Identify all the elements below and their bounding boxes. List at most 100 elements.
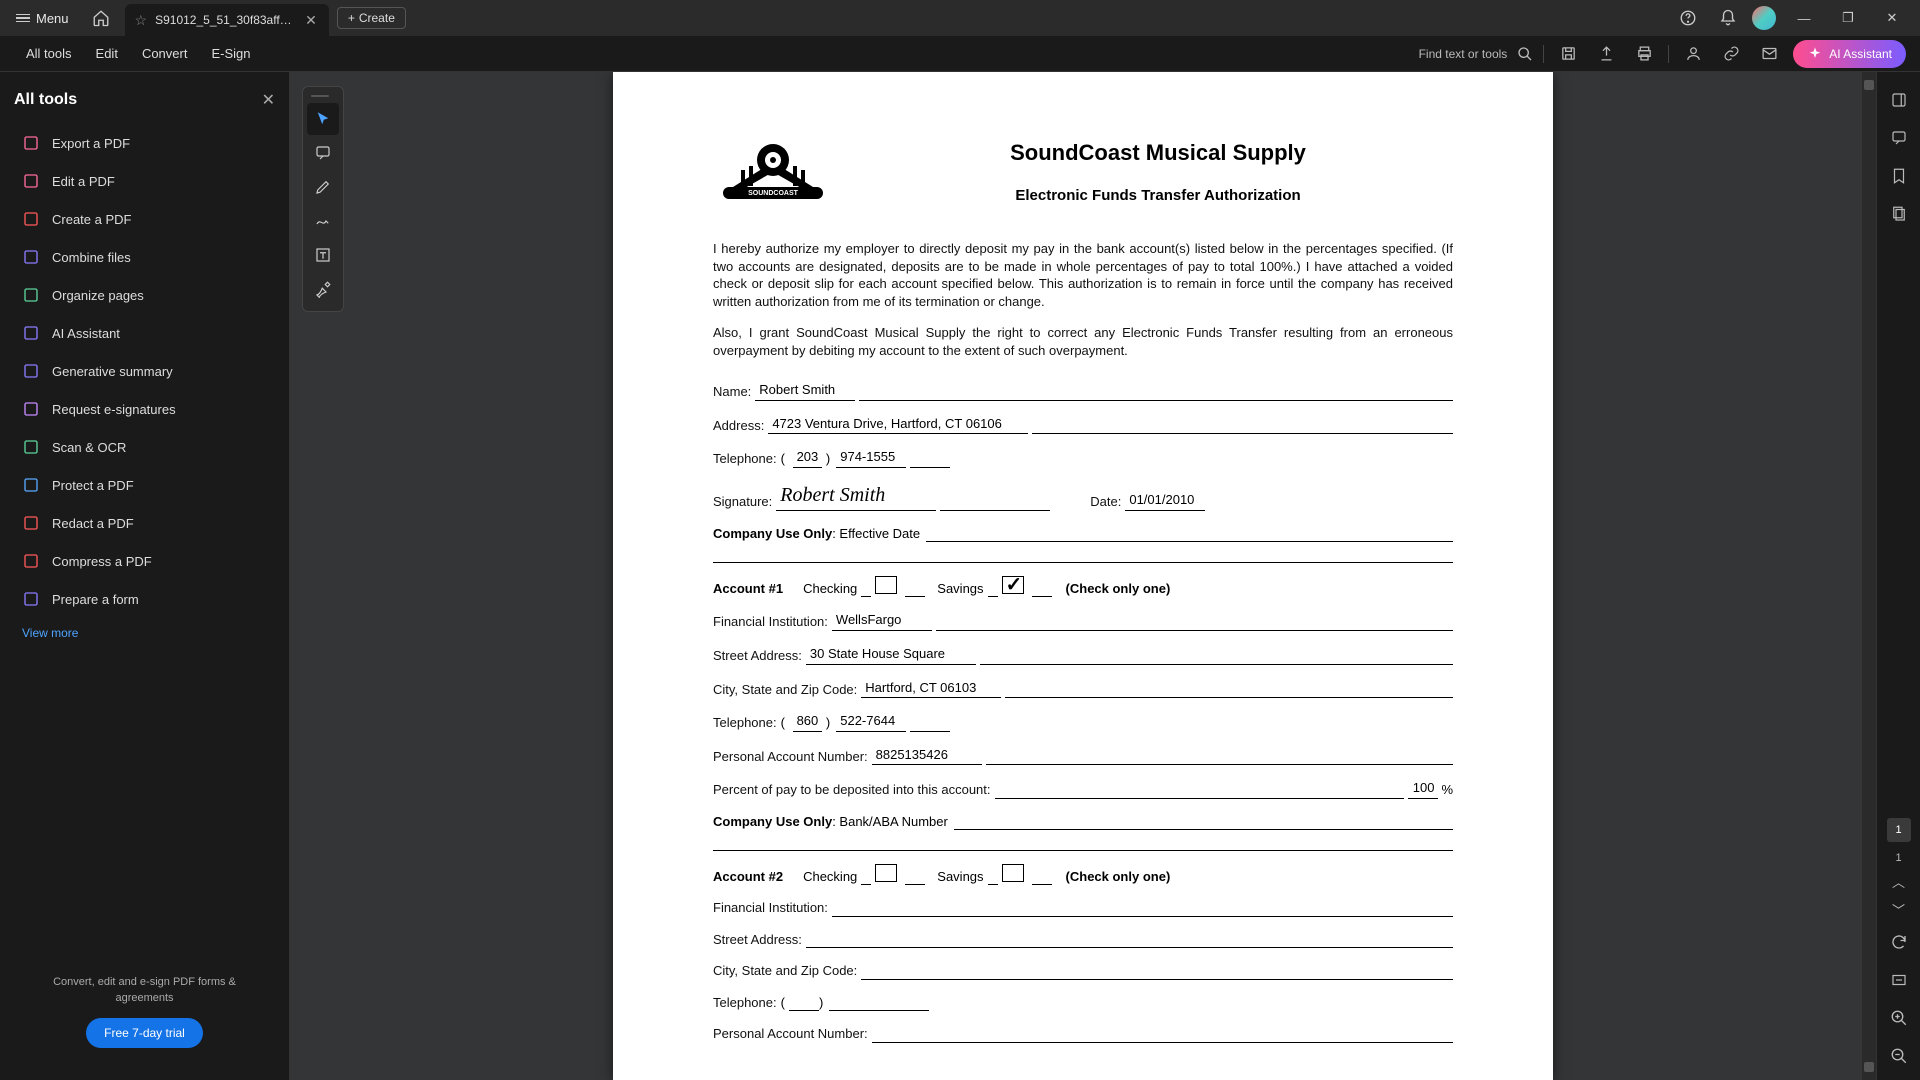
label-pct: Percent of pay to be deposited into this… xyxy=(713,781,991,799)
sidebar-item-1[interactable]: Edit a PDF xyxy=(14,162,275,200)
thumbnails-button[interactable] xyxy=(1883,198,1915,230)
divider xyxy=(713,562,1453,563)
create-button[interactable]: + Create xyxy=(337,7,406,29)
menu-button[interactable]: Menu xyxy=(8,7,77,30)
paragraph-1: I hereby authorize my employer to direct… xyxy=(713,240,1453,310)
label-pan: Personal Account Number: xyxy=(713,748,868,766)
comment-icon xyxy=(314,144,332,162)
main-area: All tools ✕ Export a PDFEdit a PDFCreate… xyxy=(0,72,1920,1080)
ai-assistant-button[interactable]: AI Assistant xyxy=(1793,40,1906,68)
signature-button[interactable] xyxy=(1679,40,1707,68)
save-button[interactable] xyxy=(1554,40,1582,68)
document-tab[interactable]: ☆ S91012_5_51_30f83aff-c... ✕ xyxy=(125,4,329,36)
value-tel-area: 203 xyxy=(793,448,823,468)
sidebar-item-0[interactable]: Export a PDF xyxy=(14,124,275,162)
checkbox-checking-1 xyxy=(875,576,897,594)
sidebar-item-label: Request e-signatures xyxy=(52,402,176,417)
sidebar-item-6[interactable]: Generative summary xyxy=(14,352,275,390)
link-button[interactable] xyxy=(1717,40,1745,68)
tab-esign[interactable]: E-Sign xyxy=(199,40,262,67)
scroll-up-icon[interactable] xyxy=(1864,80,1874,90)
svg-text:SOUNDCOAST: SOUNDCOAST xyxy=(748,190,799,197)
sidebar-item-10[interactable]: Redact a PDF xyxy=(14,504,275,542)
text-tool[interactable] xyxy=(307,239,339,271)
scroll-down-icon[interactable] xyxy=(1864,1062,1874,1072)
sign-tool[interactable] xyxy=(307,273,339,305)
label-street: Street Address: xyxy=(713,647,802,665)
bookmark-panel-button[interactable] xyxy=(1883,160,1915,192)
sidebar-item-label: Compress a PDF xyxy=(52,554,152,569)
view-more-link[interactable]: View more xyxy=(14,618,275,648)
quick-tools xyxy=(302,86,344,312)
close-tab-icon[interactable]: ✕ xyxy=(303,12,319,29)
titlebar: Menu ☆ S91012_5_51_30f83aff-c... ✕ + Cre… xyxy=(0,0,1920,36)
tab-convert[interactable]: Convert xyxy=(130,40,200,67)
sidebar-item-8[interactable]: Scan & OCR xyxy=(14,428,275,466)
zoom-in-button[interactable] xyxy=(1883,1002,1915,1034)
sidebar-close-button[interactable]: ✕ xyxy=(262,90,275,110)
create-label: Create xyxy=(359,11,395,25)
sidebar-item-3[interactable]: Combine files xyxy=(14,238,275,276)
notifications-button[interactable] xyxy=(1712,4,1744,32)
page-down-button[interactable]: ﹀ xyxy=(1883,898,1915,920)
doc-title: SoundCoast Musical Supply xyxy=(863,138,1453,168)
bookmark-icon xyxy=(1890,167,1908,185)
profile-avatar[interactable] xyxy=(1752,6,1776,30)
value-name: Robert Smith xyxy=(755,381,855,401)
trial-button[interactable]: Free 7-day trial xyxy=(86,1018,203,1048)
rotate-button[interactable] xyxy=(1883,926,1915,958)
sidebar-item-12[interactable]: Prepare a form xyxy=(14,580,275,618)
label-date: Date: xyxy=(1090,493,1121,511)
select-tool[interactable] xyxy=(307,103,339,135)
tool-icon xyxy=(22,172,40,190)
sidebar-item-label: Protect a PDF xyxy=(52,478,134,493)
email-button[interactable] xyxy=(1755,40,1783,68)
label-name: Name: xyxy=(713,383,751,401)
help-button[interactable] xyxy=(1672,4,1704,32)
maximize-button[interactable]: ❐ xyxy=(1828,4,1868,32)
tool-icon xyxy=(22,476,40,494)
document-viewport[interactable]: SOUNDCOAST SoundCoast Musical Supply Ele… xyxy=(290,72,1876,1080)
sidebar-item-9[interactable]: Protect a PDF xyxy=(14,466,275,504)
menu-label: Menu xyxy=(36,11,69,26)
share-button[interactable] xyxy=(1592,40,1620,68)
close-window-button[interactable]: ✕ xyxy=(1872,4,1912,32)
scrollbar[interactable] xyxy=(1862,72,1876,1080)
sidebar-item-11[interactable]: Compress a PDF xyxy=(14,542,275,580)
tab-all-tools[interactable]: All tools xyxy=(14,40,84,67)
comment-tool[interactable] xyxy=(307,137,339,169)
sidebar-item-5[interactable]: AI Assistant xyxy=(14,314,275,352)
highlight-tool[interactable] xyxy=(307,171,339,203)
tab-edit[interactable]: Edit xyxy=(84,40,130,67)
sidebar-item-7[interactable]: Request e-signatures xyxy=(14,390,275,428)
page-up-button[interactable]: ︿ xyxy=(1883,870,1915,892)
panel-button-1[interactable] xyxy=(1883,84,1915,116)
minimize-button[interactable]: — xyxy=(1784,4,1824,32)
page-indicator[interactable]: 1 xyxy=(1887,818,1911,842)
fit-icon xyxy=(1890,971,1908,989)
cursor-icon xyxy=(314,110,332,128)
tool-icon xyxy=(22,134,40,152)
label-aba: : Bank/ABA Number xyxy=(832,813,948,831)
print-button[interactable] xyxy=(1630,40,1658,68)
home-button[interactable] xyxy=(85,4,117,32)
draw-tool[interactable] xyxy=(307,205,339,237)
company-logo: SOUNDCOAST xyxy=(713,132,833,212)
fit-width-button[interactable] xyxy=(1883,964,1915,996)
sidebar-item-4[interactable]: Organize pages xyxy=(14,276,275,314)
find-text[interactable]: Find text or tools xyxy=(1419,47,1508,61)
sidebar-item-2[interactable]: Create a PDF xyxy=(14,200,275,238)
sidebar: All tools ✕ Export a PDFEdit a PDFCreate… xyxy=(0,72,290,1080)
sidebar-item-label: Create a PDF xyxy=(52,212,131,227)
drag-handle[interactable] xyxy=(307,93,333,99)
divider-2 xyxy=(713,850,1453,851)
zoom-out-button[interactable] xyxy=(1883,1040,1915,1072)
comment-panel-button[interactable] xyxy=(1883,122,1915,154)
search-icon[interactable] xyxy=(1517,46,1533,62)
user-sign-icon xyxy=(1685,45,1702,62)
star-icon[interactable]: ☆ xyxy=(135,12,148,29)
sidebar-item-label: Scan & OCR xyxy=(52,440,126,455)
sidebar-item-label: Redact a PDF xyxy=(52,516,134,531)
help-icon xyxy=(1679,9,1697,27)
upload-icon xyxy=(1598,45,1615,62)
